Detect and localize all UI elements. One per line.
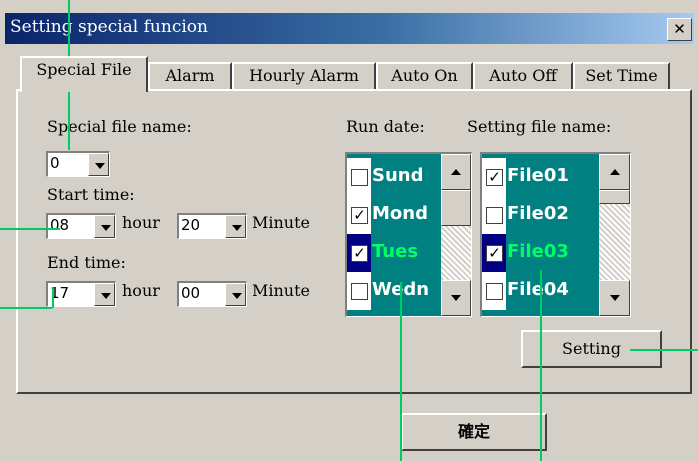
chevron-down-icon — [232, 293, 242, 299]
special-file-name-value: 0 — [50, 154, 60, 172]
dropdown-button[interactable] — [94, 283, 115, 306]
tab-auto-off[interactable]: Auto Off — [473, 62, 573, 90]
start-hour-unit: hour — [122, 213, 160, 232]
checkbox[interactable]: ✓ — [486, 245, 503, 262]
scroll-down-button[interactable] — [599, 280, 630, 316]
start-hour-select[interactable]: 08 — [46, 213, 116, 239]
tab-label: Hourly Alarm — [249, 66, 359, 85]
annotation-line — [0, 228, 60, 230]
chevron-down-icon — [101, 293, 111, 299]
chevron-down-icon — [451, 295, 461, 301]
list-item-label: File02 — [507, 203, 569, 224]
tab-label: Special File — [36, 60, 132, 79]
checkbox[interactable]: ✓ — [351, 207, 368, 224]
run-date-label: Run date: — [346, 117, 425, 136]
ok-button[interactable]: 確定 — [401, 413, 547, 451]
list-item-label: File04 — [507, 279, 569, 300]
checkbox[interactable]: ✓ — [351, 245, 368, 262]
list-item-label: Sund — [372, 165, 424, 186]
list-item-label: Mond — [372, 203, 428, 224]
chevron-down-icon — [95, 163, 105, 169]
checkbox[interactable] — [351, 283, 368, 300]
scroll-up-button[interactable] — [441, 154, 471, 190]
tab-hourly-alarm[interactable]: Hourly Alarm — [232, 62, 376, 90]
annotation-line — [630, 349, 698, 351]
chevron-up-icon — [610, 169, 620, 175]
tab-alarm[interactable]: Alarm — [148, 62, 232, 90]
chevron-down-icon — [232, 225, 242, 231]
annotation-line — [540, 270, 542, 461]
tab-label: Alarm — [165, 66, 215, 85]
run-date-list[interactable]: Sund ✓ Mond ✓ Tues Wedn — [345, 152, 472, 317]
tab-set-time[interactable]: Set Time — [573, 62, 670, 90]
dropdown-button[interactable] — [94, 215, 115, 238]
start-time-label: Start time: — [47, 185, 135, 204]
special-file-name-select[interactable]: 0 — [46, 151, 110, 177]
close-button[interactable]: ✕ — [667, 18, 692, 41]
checkbox[interactable] — [486, 283, 503, 300]
end-minute-unit: Minute — [252, 281, 311, 300]
start-minute-unit: Minute — [252, 213, 311, 232]
tab-special-file[interactable]: Special File — [20, 56, 148, 92]
scroll-thumb[interactable] — [599, 190, 630, 204]
tab-label: Auto On — [391, 66, 458, 85]
tab-auto-on[interactable]: Auto On — [376, 62, 473, 90]
dropdown-button[interactable] — [225, 215, 246, 238]
tab-label: Auto Off — [489, 66, 557, 85]
chevron-up-icon — [451, 169, 461, 175]
end-minute-select[interactable]: 00 — [177, 281, 247, 307]
chevron-down-icon — [101, 225, 111, 231]
window-title: Setting special funcion — [10, 17, 208, 37]
checkbox[interactable] — [351, 169, 368, 186]
list-item-label: Tues — [372, 241, 419, 262]
checkbox[interactable]: ✓ — [486, 169, 503, 186]
list-item-label: File03 — [507, 241, 569, 262]
scrollbar[interactable] — [599, 154, 630, 316]
dropdown-button[interactable] — [225, 283, 246, 306]
end-hour-select[interactable]: 17 — [46, 281, 116, 307]
scroll-up-button[interactable] — [599, 154, 630, 190]
annotation-line — [400, 282, 402, 461]
setting-file-name-label: Setting file name: — [467, 117, 612, 136]
start-minute-select[interactable]: 20 — [177, 213, 247, 239]
annotation-line — [0, 307, 52, 309]
tab-label: Set Time — [585, 66, 658, 85]
annotation-line — [52, 287, 54, 308]
dropdown-button[interactable] — [88, 153, 109, 176]
scroll-thumb[interactable] — [441, 190, 471, 226]
end-time-label: End time: — [47, 253, 126, 272]
end-minute-value: 00 — [181, 284, 201, 302]
chevron-down-icon — [610, 295, 620, 301]
end-hour-unit: hour — [122, 281, 160, 300]
scrollbar[interactable] — [441, 154, 471, 316]
start-hour-value: 08 — [50, 216, 70, 234]
start-minute-value: 20 — [181, 216, 201, 234]
setting-file-list[interactable]: ✓ File01 File02 ✓ File03 File04 — [480, 152, 631, 317]
checkbox[interactable] — [486, 207, 503, 224]
list-item-label: File01 — [507, 165, 569, 186]
scroll-down-button[interactable] — [441, 280, 471, 316]
